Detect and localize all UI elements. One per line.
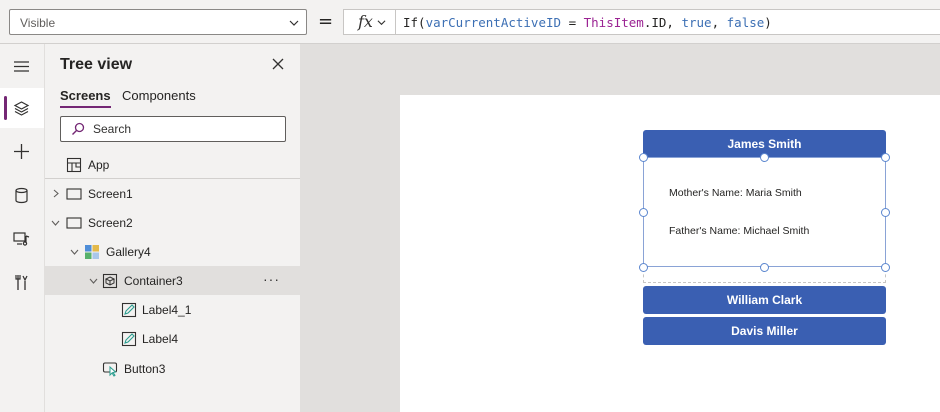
menu-button[interactable] [0, 46, 44, 86]
hamburger-icon [14, 61, 29, 72]
label-icon [121, 331, 137, 347]
tree-node-label: Label4_1 [142, 303, 192, 317]
chevron-down-icon[interactable] [51, 218, 60, 227]
screen-icon [66, 217, 82, 229]
design-canvas: James Smith Mother's Name: Maria Smith F… [301, 44, 940, 412]
tree-node-label: Gallery4 [106, 245, 151, 259]
gallery-item-button[interactable]: William Clark [643, 286, 886, 314]
close-icon[interactable] [271, 57, 285, 71]
tree-view-button[interactable] [0, 88, 44, 128]
tab-components[interactable]: Components [122, 88, 196, 103]
app-screen[interactable]: James Smith Mother's Name: Maria Smith F… [400, 95, 940, 412]
chevron-down-icon[interactable] [70, 247, 79, 256]
resize-handle-bottom-left[interactable] [639, 263, 648, 272]
tree-node-label: Button3 [124, 362, 166, 376]
formula-box[interactable]: fx If(varCurrentActiveID = ThisItem.ID, … [343, 9, 940, 35]
tree-node-container3[interactable]: Container3 ··· [45, 266, 300, 295]
tree-node-button3[interactable]: Button3 [45, 354, 300, 383]
formula-bar: Visible = fx If(varCurrentActiveID = Thi… [0, 0, 940, 44]
tree-node-screen1[interactable]: Screen1 [45, 179, 300, 208]
search-icon [72, 122, 85, 135]
layers-icon [13, 101, 30, 116]
search-box[interactable] [60, 116, 286, 142]
tree-node-label4[interactable]: Label4 [45, 324, 300, 353]
fx-button[interactable]: fx [344, 10, 396, 34]
mother-name-label: Mother's Name: Maria Smith [669, 187, 802, 199]
left-rail [0, 44, 45, 412]
chevron-down-icon [377, 20, 386, 26]
fx-icon: fx [358, 12, 373, 31]
tree-node-gallery4[interactable]: Gallery4 [45, 237, 300, 266]
formula-fn: If( [403, 15, 426, 30]
formula-member: .ID, [643, 15, 682, 30]
tree-node-label: Screen1 [88, 187, 133, 201]
tree-view-panel: Tree view Screens Components App Screen1… [45, 44, 301, 412]
resize-handle-top-left[interactable] [639, 153, 648, 162]
insert-button[interactable] [0, 131, 44, 171]
formula-false: false [726, 15, 765, 30]
resize-handle-right[interactable] [881, 208, 890, 217]
resize-handle-top[interactable] [760, 153, 769, 162]
container-icon [102, 273, 118, 289]
tree-node-app[interactable]: App [45, 150, 300, 179]
tree-view-title: Tree view [60, 56, 133, 73]
father-name-label: Father's Name: Michael Smith [669, 225, 810, 237]
formula-input[interactable]: If(varCurrentActiveID = ThisItem.ID, tru… [403, 15, 772, 30]
gallery-icon [85, 245, 99, 259]
screen-icon [66, 188, 82, 200]
tools-icon [15, 275, 28, 290]
plus-icon [14, 144, 29, 159]
database-icon [15, 187, 28, 204]
tab-screens[interactable]: Screens [60, 88, 111, 108]
label-icon [121, 302, 137, 318]
resize-handle-left[interactable] [639, 208, 648, 217]
resize-handle-bottom[interactable] [760, 263, 769, 272]
button-icon [102, 362, 118, 377]
formula-comma: , [711, 15, 727, 30]
media-button[interactable] [0, 218, 44, 258]
tree-node-label4-1[interactable]: Label4_1 [45, 295, 300, 324]
resize-handle-top-right[interactable] [881, 153, 890, 162]
tree-node-label: App [88, 158, 110, 172]
selected-container[interactable]: Mother's Name: Maria Smith Father's Name… [643, 157, 886, 267]
tools-button[interactable] [0, 262, 44, 302]
media-icon [13, 232, 30, 246]
tree-node-label: Container3 [124, 274, 183, 288]
app-icon [66, 157, 82, 173]
tree-node-label: Screen2 [88, 216, 133, 230]
chevron-down-icon[interactable] [89, 276, 98, 285]
property-value: Visible [20, 16, 56, 30]
tree-node-label: Label4 [142, 332, 179, 346]
formula-close: ) [764, 15, 772, 30]
chevron-down-icon [289, 20, 299, 26]
formula-keyword: ThisItem [583, 15, 644, 30]
resize-handle-bottom-right[interactable] [881, 263, 890, 272]
equals-sign: = [318, 11, 334, 32]
data-button[interactable] [0, 175, 44, 215]
search-input[interactable] [93, 121, 278, 137]
property-dropdown[interactable]: Visible [9, 9, 307, 35]
formula-variable: varCurrentActiveID [425, 15, 562, 30]
formula-operator: = [561, 15, 584, 30]
gallery-item-button[interactable]: Davis Miller [643, 317, 886, 345]
more-options-icon[interactable]: ··· [263, 271, 280, 287]
tree-node-screen2[interactable]: Screen2 [45, 208, 300, 237]
chevron-right-icon[interactable] [51, 189, 60, 198]
formula-true: true [681, 15, 712, 30]
